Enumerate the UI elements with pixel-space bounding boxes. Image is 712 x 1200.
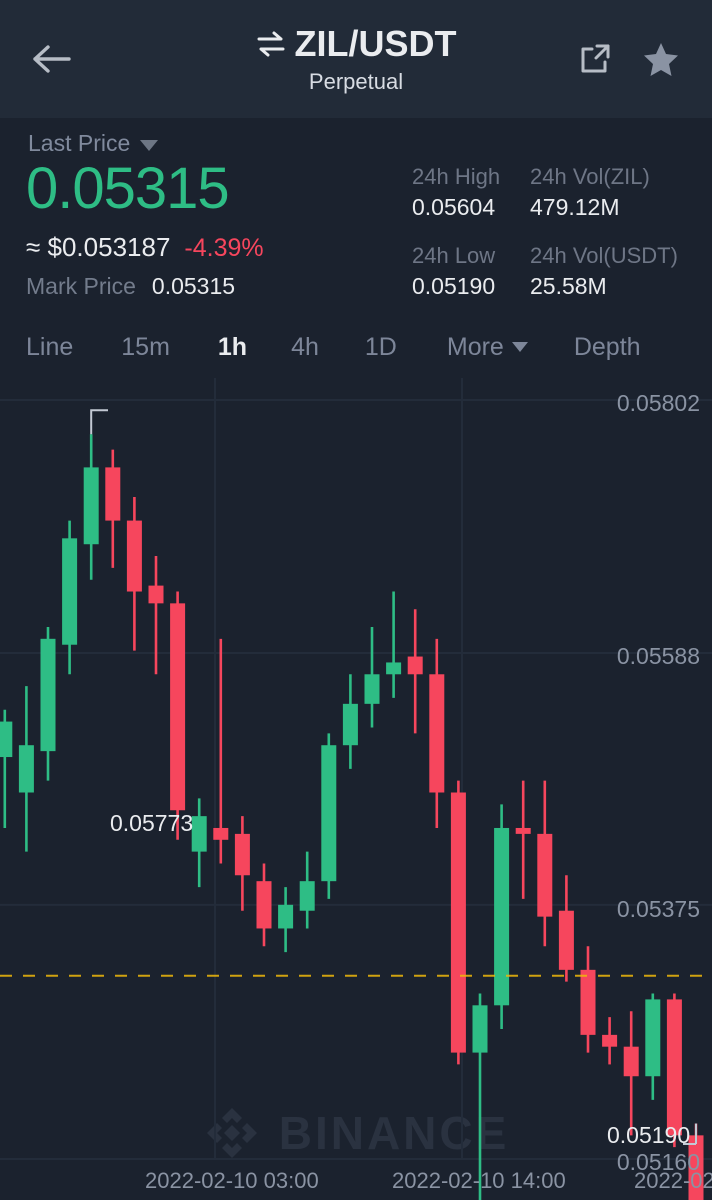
- candlestick-chart[interactable]: BINANCE 0.05315 › 0.05802 0.05588 0.0537…: [0, 378, 712, 1200]
- share-external-icon[interactable]: [578, 42, 612, 76]
- y-axis-label-0: 0.05802: [616, 390, 700, 416]
- candle-body: [213, 827, 229, 840]
- pair-name: ZIL/USDT: [294, 23, 457, 64]
- caret-down-icon: [511, 342, 528, 352]
- candle-body: [623, 1046, 639, 1077]
- x-axis-label-2: 2022-02-1: [634, 1168, 712, 1193]
- candle-body: [407, 656, 423, 675]
- stat-24h-low: 24h Low 0.05190: [412, 241, 530, 302]
- tab-1h[interactable]: 1h: [218, 333, 247, 362]
- stat-label: 24h Low: [412, 243, 496, 268]
- approx-symbol: ≈: [26, 232, 41, 262]
- x-axis-label-0: 2022-02-10 03:00: [145, 1168, 319, 1193]
- candle-body: [429, 674, 445, 793]
- candle-body: [191, 816, 207, 852]
- candle-body: [83, 467, 99, 545]
- candle-body: [170, 603, 186, 811]
- mark-price-label: Mark Price: [26, 273, 136, 299]
- stat-value: 479.12M: [530, 194, 620, 220]
- candle-body: [602, 1034, 618, 1047]
- candle-body: [386, 662, 402, 675]
- candle-body: [450, 792, 466, 1053]
- candle-body: [580, 969, 596, 1035]
- candle-body: [558, 910, 574, 970]
- price-type-selector[interactable]: Last Price: [28, 130, 159, 157]
- candle-body: [126, 520, 142, 592]
- mark-price-row: Mark Price 0.05315: [26, 273, 235, 300]
- tab-4h[interactable]: 4h: [291, 333, 319, 362]
- candle-body: [105, 467, 121, 521]
- stat-value: 0.05604: [412, 194, 496, 220]
- candle-body: [364, 674, 380, 704]
- tab-line[interactable]: Line: [26, 333, 73, 362]
- candle-body: [537, 833, 553, 917]
- candle-body: [472, 1005, 488, 1053]
- market-stats: 24h High 0.05604 24h Vol(ZIL) 479.12M 24…: [412, 162, 702, 302]
- candle-body: [342, 703, 358, 746]
- stat-value: 0.05190: [412, 273, 496, 299]
- period-high-marker: 0.05773: [110, 810, 194, 836]
- swap-vertical-icon: [257, 31, 284, 57]
- stat-24h-vol-quote: 24h Vol(USDT) 25.58M: [530, 241, 702, 302]
- candle-body: [321, 745, 337, 882]
- interval-toolbar: Line 15m 1h 4h 1D More Depth: [0, 316, 712, 378]
- candle-body: [62, 538, 78, 645]
- candle-body: [40, 638, 56, 752]
- price-panel: Last Price 0.05315 ≈ $0.053187 -4.39% Ma…: [0, 118, 712, 316]
- stat-24h-high: 24h High 0.05604: [412, 162, 530, 223]
- stat-label: 24h Vol(ZIL): [530, 164, 650, 189]
- tab-more-label: More: [446, 332, 504, 361]
- candle-body: [234, 833, 250, 876]
- chevron-down-icon: [140, 140, 159, 151]
- mark-price-value: 0.05315: [151, 273, 236, 299]
- candle-body: [278, 904, 294, 929]
- stat-label: 24h High: [412, 164, 501, 189]
- high-marker-leader: [90, 409, 108, 435]
- tab-depth[interactable]: Depth: [574, 333, 641, 362]
- candle-body: [494, 827, 510, 1006]
- y-axis-label-1: 0.05588: [616, 643, 700, 669]
- tab-more[interactable]: More: [447, 333, 528, 362]
- candle-body: [515, 827, 531, 834]
- period-low-marker: 0.05190: [607, 1122, 691, 1148]
- y-axis-label-2: 0.05375: [616, 896, 700, 922]
- usd-value-number: $0.053187: [47, 232, 171, 262]
- pair-selector[interactable]: ZIL/USDT: [256, 23, 457, 64]
- stat-24h-vol-base: 24h Vol(ZIL) 479.12M: [530, 162, 702, 223]
- price-type-label: Last Price: [28, 130, 131, 156]
- candle-body: [299, 881, 315, 911]
- candle-body: [256, 881, 272, 929]
- candle-body: [645, 999, 661, 1077]
- usd-change-row: ≈ $0.053187 -4.39%: [26, 232, 264, 263]
- last-price-value: 0.05315: [26, 156, 230, 221]
- candle-body: [0, 721, 13, 758]
- x-axis-label-1: 2022-02-10 14:00: [392, 1168, 566, 1193]
- stat-label: 24h Vol(USDT): [530, 243, 678, 268]
- chart-canvas: [0, 378, 712, 1200]
- change-percent-badge: -4.39%: [184, 234, 264, 262]
- stat-value: 25.58M: [530, 273, 607, 299]
- favorite-star-icon[interactable]: [642, 40, 680, 78]
- candle-body: [18, 745, 34, 793]
- app-header: ZIL/USDT Perpetual: [0, 0, 712, 118]
- tab-15m[interactable]: 15m: [121, 333, 170, 362]
- candle-body: [666, 999, 682, 1136]
- trading-pair-screen: ZIL/USDT Perpetual Last Price 0.05315 ≈ …: [0, 0, 712, 1200]
- tab-1d[interactable]: 1D: [365, 333, 397, 362]
- candle-body: [148, 585, 164, 604]
- usd-approx-value: ≈ $0.053187: [26, 232, 170, 263]
